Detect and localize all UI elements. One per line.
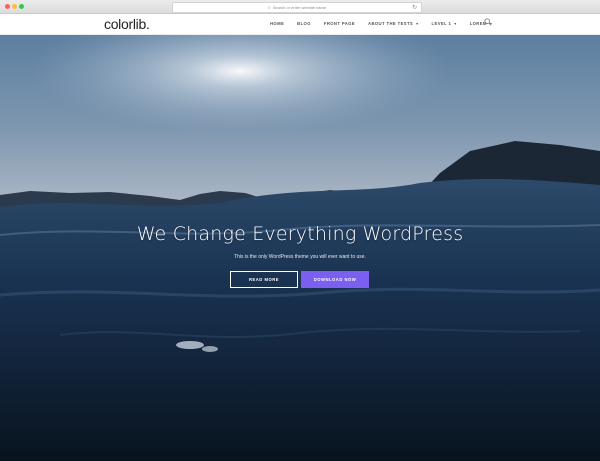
hero-title: We Change Everything WordPress	[136, 223, 464, 245]
nav-item-blog[interactable]: BLOG	[297, 21, 311, 26]
chevron-down-icon: ▾	[454, 21, 457, 26]
ocean-background-image	[0, 35, 600, 461]
nav-item-label: FRONT PAGE	[323, 21, 356, 26]
site-logo[interactable]: colorlib.	[104, 16, 150, 32]
nav-item-label: BLOG	[297, 21, 311, 26]
nav-item-front-page[interactable]: FRONT PAGE	[324, 21, 355, 26]
site-header: colorlib. HOME BLOG FRONT PAGE ABOUT THE…	[0, 14, 600, 35]
read-more-button[interactable]: READ MORE	[230, 271, 298, 288]
nav-item-about-the-tests[interactable]: ABOUT THE TESTS ▾	[368, 21, 419, 26]
minimize-window-button[interactable]	[12, 4, 17, 9]
nav-item-home[interactable]: HOME	[270, 21, 284, 26]
reload-icon[interactable]: ↻	[412, 4, 417, 11]
address-bar-placeholder: Search or enter website name	[272, 5, 327, 10]
search-icon[interactable]	[484, 18, 492, 26]
maximize-window-button[interactable]	[19, 4, 24, 9]
nav-item-label: HOME	[270, 21, 285, 26]
nav-item-level-1[interactable]: LEVEL 1 ▾	[432, 21, 457, 26]
download-now-button[interactable]: DOWNLOAD NOW	[301, 271, 369, 288]
chevron-down-icon: ▾	[416, 21, 419, 26]
hero-section: We Change Everything WordPress This is t…	[0, 35, 600, 461]
address-bar[interactable]: ⌕ Search or enter website name ↻	[172, 2, 422, 13]
main-nav: HOME BLOG FRONT PAGE ABOUT THE TESTS ▾ LE…	[270, 21, 505, 26]
search-icon: ⌕	[267, 4, 271, 11]
nav-item-label: LEVEL 1	[431, 21, 452, 26]
nav-item-label: ABOUT THE TESTS	[368, 21, 414, 26]
browser-toolbar: ⌕ Search or enter website name ↻	[0, 0, 600, 14]
hero-subtitle: This is the only WordPress theme you wil…	[234, 254, 366, 260]
close-window-button[interactable]	[5, 4, 10, 9]
